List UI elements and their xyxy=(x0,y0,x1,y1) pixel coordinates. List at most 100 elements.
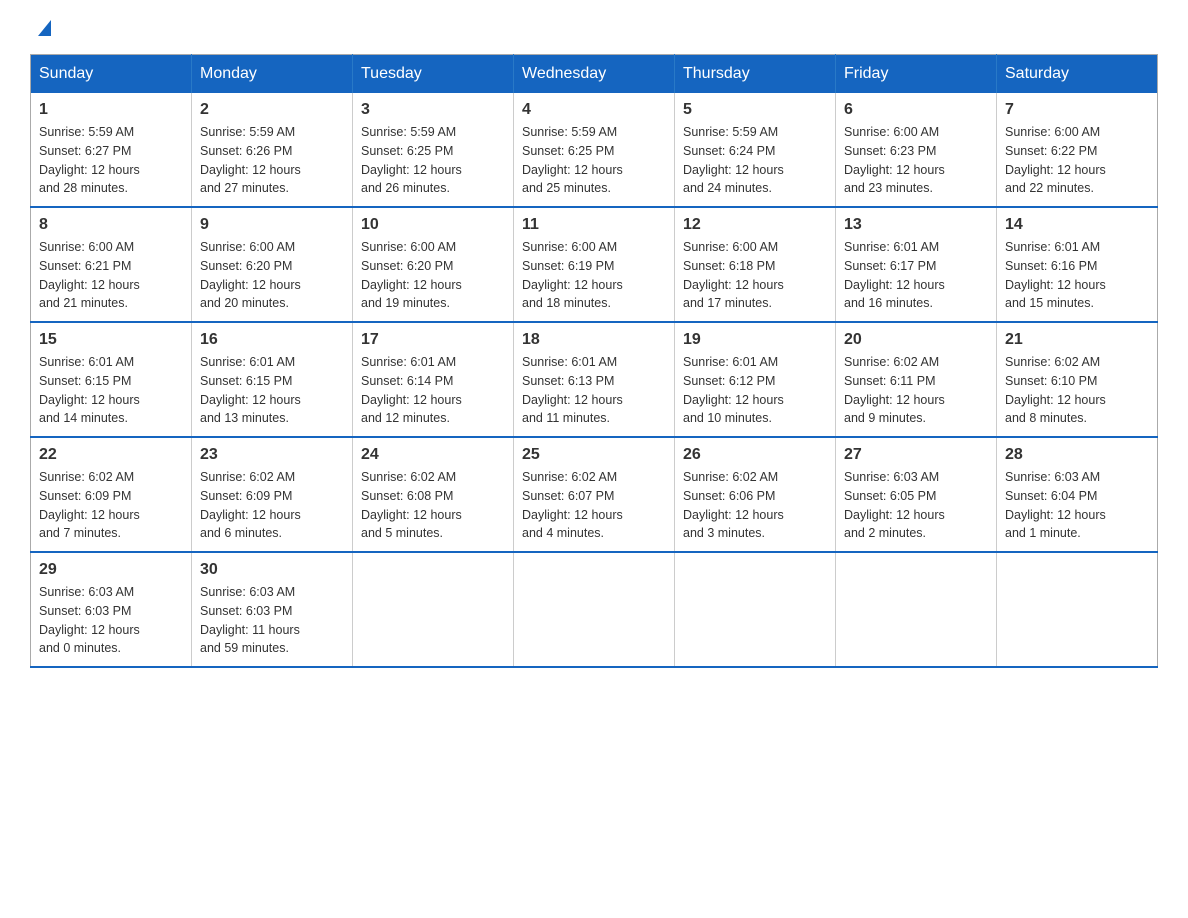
sunset-info: Sunset: 6:19 PM xyxy=(522,259,614,273)
day-info: Sunrise: 6:01 AMSunset: 6:12 PMDaylight:… xyxy=(683,353,827,428)
day-number: 2 xyxy=(200,101,344,119)
daylight-minutes: and 28 minutes. xyxy=(39,181,128,195)
daylight-info: Daylight: 12 hours xyxy=(39,163,140,177)
daylight-minutes: and 25 minutes. xyxy=(522,181,611,195)
sunset-info: Sunset: 6:15 PM xyxy=(200,374,292,388)
daylight-info: Daylight: 12 hours xyxy=(361,508,462,522)
daylight-info: Daylight: 12 hours xyxy=(522,508,623,522)
daylight-info: Daylight: 12 hours xyxy=(200,508,301,522)
daylight-info: Daylight: 12 hours xyxy=(200,393,301,407)
day-info: Sunrise: 6:00 AMSunset: 6:18 PMDaylight:… xyxy=(683,238,827,313)
sunrise-info: Sunrise: 6:03 AM xyxy=(39,585,134,599)
sunset-info: Sunset: 6:07 PM xyxy=(522,489,614,503)
daylight-info: Daylight: 12 hours xyxy=(522,393,623,407)
sunset-info: Sunset: 6:05 PM xyxy=(844,489,936,503)
day-number: 27 xyxy=(844,446,988,464)
daylight-minutes: and 11 minutes. xyxy=(522,411,610,425)
sunset-info: Sunset: 6:23 PM xyxy=(844,144,936,158)
header-cell-monday: Monday xyxy=(192,55,353,94)
daylight-info: Daylight: 12 hours xyxy=(39,278,140,292)
daylight-minutes: and 7 minutes. xyxy=(39,526,121,540)
sunrise-info: Sunrise: 6:02 AM xyxy=(361,470,456,484)
week-row-5: 29 Sunrise: 6:03 AM Sunset: 6:03 PM Dayligh… xyxy=(31,552,1158,667)
daylight-info: Daylight: 12 hours xyxy=(683,278,784,292)
daylight-minutes: and 13 minutes. xyxy=(200,411,289,425)
day-info: Sunrise: 5:59 AM Sunset: 6:26 PM Daylight:… xyxy=(200,123,344,198)
day-cell: 8Sunrise: 6:00 AMSunset: 6:21 PMDaylight… xyxy=(31,207,192,322)
day-cell: 28Sunrise: 6:03 AMSunset: 6:04 PMDayligh… xyxy=(997,437,1158,552)
calendar-body: 1Sunrise: 5:59 AMSunset: 6:27 PMDaylight… xyxy=(31,93,1158,667)
sunrise-info: Sunrise: 6:00 AM xyxy=(844,125,939,139)
daylight-info: Daylight: 12 hours xyxy=(844,393,945,407)
day-number: 20 xyxy=(844,331,988,349)
day-info: Sunrise: 6:00 AMSunset: 6:20 PMDaylight:… xyxy=(361,238,505,313)
daylight-minutes: and 17 minutes. xyxy=(683,296,772,310)
sunrise-info: Sunrise: 5:59 AM xyxy=(39,125,134,139)
sunrise-info: Sunrise: 5:59 AM xyxy=(522,125,617,139)
sunrise-info: Sunrise: 6:00 AM xyxy=(683,240,778,254)
daylight-info: Daylight: 12 hours xyxy=(200,278,301,292)
day-cell: 10Sunrise: 6:00 AMSunset: 6:20 PMDayligh… xyxy=(353,207,514,322)
header-cell-wednesday: Wednesday xyxy=(514,55,675,94)
day-number: 15 xyxy=(39,331,183,349)
daylight-info: Daylight: 12 hours xyxy=(683,508,784,522)
day-info: Sunrise: 6:02 AMSunset: 6:08 PMDaylight:… xyxy=(361,468,505,543)
sunset-info: Sunset: 6:26 PM xyxy=(200,144,292,158)
day-cell: 21Sunrise: 6:02 AMSunset: 6:10 PMDayligh… xyxy=(997,322,1158,437)
sunset-info: Sunset: 6:16 PM xyxy=(1005,259,1097,273)
day-info: Sunrise: 6:00 AMSunset: 6:23 PMDaylight:… xyxy=(844,123,988,198)
day-info: Sunrise: 6:03 AMSunset: 6:05 PMDaylight:… xyxy=(844,468,988,543)
header-cell-thursday: Thursday xyxy=(675,55,836,94)
day-cell: 13Sunrise: 6:01 AMSunset: 6:17 PMDayligh… xyxy=(836,207,997,322)
day-cell xyxy=(514,552,675,667)
daylight-minutes: and 12 minutes. xyxy=(361,411,450,425)
day-number: 29 xyxy=(39,561,183,579)
day-number: 25 xyxy=(522,446,666,464)
sunrise-info: Sunrise: 6:00 AM xyxy=(200,240,295,254)
day-cell: 19Sunrise: 6:01 AMSunset: 6:12 PMDayligh… xyxy=(675,322,836,437)
sunset-info: Sunset: 6:03 PM xyxy=(39,604,131,618)
day-cell: 24Sunrise: 6:02 AMSunset: 6:08 PMDayligh… xyxy=(353,437,514,552)
sunrise-info: Sunrise: 6:01 AM xyxy=(844,240,939,254)
daylight-info: Daylight: 12 hours xyxy=(39,623,140,637)
day-info: Sunrise: 6:01 AMSunset: 6:15 PMDaylight:… xyxy=(39,353,183,428)
daylight-minutes: and 18 minutes. xyxy=(522,296,611,310)
sunset-info: Sunset: 6:21 PM xyxy=(39,259,131,273)
daylight-info: Daylight: 12 hours xyxy=(200,163,301,177)
daylight-info: Daylight: 12 hours xyxy=(1005,508,1106,522)
sunrise-info: Sunrise: 6:01 AM xyxy=(522,355,617,369)
day-number: 18 xyxy=(522,331,666,349)
daylight-info: Daylight: 12 hours xyxy=(361,163,462,177)
sunrise-info: Sunrise: 6:02 AM xyxy=(522,470,617,484)
sunrise-info: Sunrise: 6:00 AM xyxy=(1005,125,1100,139)
day-number: 23 xyxy=(200,446,344,464)
logo-triangle-icon xyxy=(38,20,51,36)
day-cell: 20Sunrise: 6:02 AMSunset: 6:11 PMDayligh… xyxy=(836,322,997,437)
daylight-info: Daylight: 12 hours xyxy=(683,393,784,407)
day-cell: 29 Sunrise: 6:03 AM Sunset: 6:03 PM Dayligh… xyxy=(31,552,192,667)
sunrise-info: Sunrise: 5:59 AM xyxy=(200,125,295,139)
header-cell-tuesday: Tuesday xyxy=(353,55,514,94)
week-row-1: 1Sunrise: 5:59 AMSunset: 6:27 PMDaylight… xyxy=(31,93,1158,207)
day-cell xyxy=(675,552,836,667)
day-cell: 16Sunrise: 6:01 AMSunset: 6:15 PMDayligh… xyxy=(192,322,353,437)
sunset-info: Sunset: 6:20 PM xyxy=(361,259,453,273)
day-cell: 9Sunrise: 6:00 AMSunset: 6:20 PMDaylight… xyxy=(192,207,353,322)
daylight-minutes: and 9 minutes. xyxy=(844,411,926,425)
day-number: 6 xyxy=(844,101,988,119)
daylight-minutes: and 5 minutes. xyxy=(361,526,443,540)
daylight-info: Daylight: 12 hours xyxy=(1005,278,1106,292)
daylight-info: Daylight: 12 hours xyxy=(844,278,945,292)
daylight-info: Daylight: 12 hours xyxy=(361,393,462,407)
sunrise-info: Sunrise: 6:01 AM xyxy=(1005,240,1100,254)
daylight-minutes: and 8 minutes. xyxy=(1005,411,1087,425)
day-number: 30 xyxy=(200,561,344,579)
day-number: 21 xyxy=(1005,331,1149,349)
day-cell: 1Sunrise: 5:59 AMSunset: 6:27 PMDaylight… xyxy=(31,93,192,207)
sunset-info: Sunset: 6:27 PM xyxy=(39,144,131,158)
daylight-minutes: and 27 minutes. xyxy=(200,181,289,195)
daylight-minutes: and 23 minutes. xyxy=(844,181,933,195)
day-cell: 25 Sunrise: 6:02 AM Sunset: 6:07 PM Dayligh… xyxy=(514,437,675,552)
day-number: 5 xyxy=(683,101,827,119)
page-header xyxy=(30,20,1158,34)
